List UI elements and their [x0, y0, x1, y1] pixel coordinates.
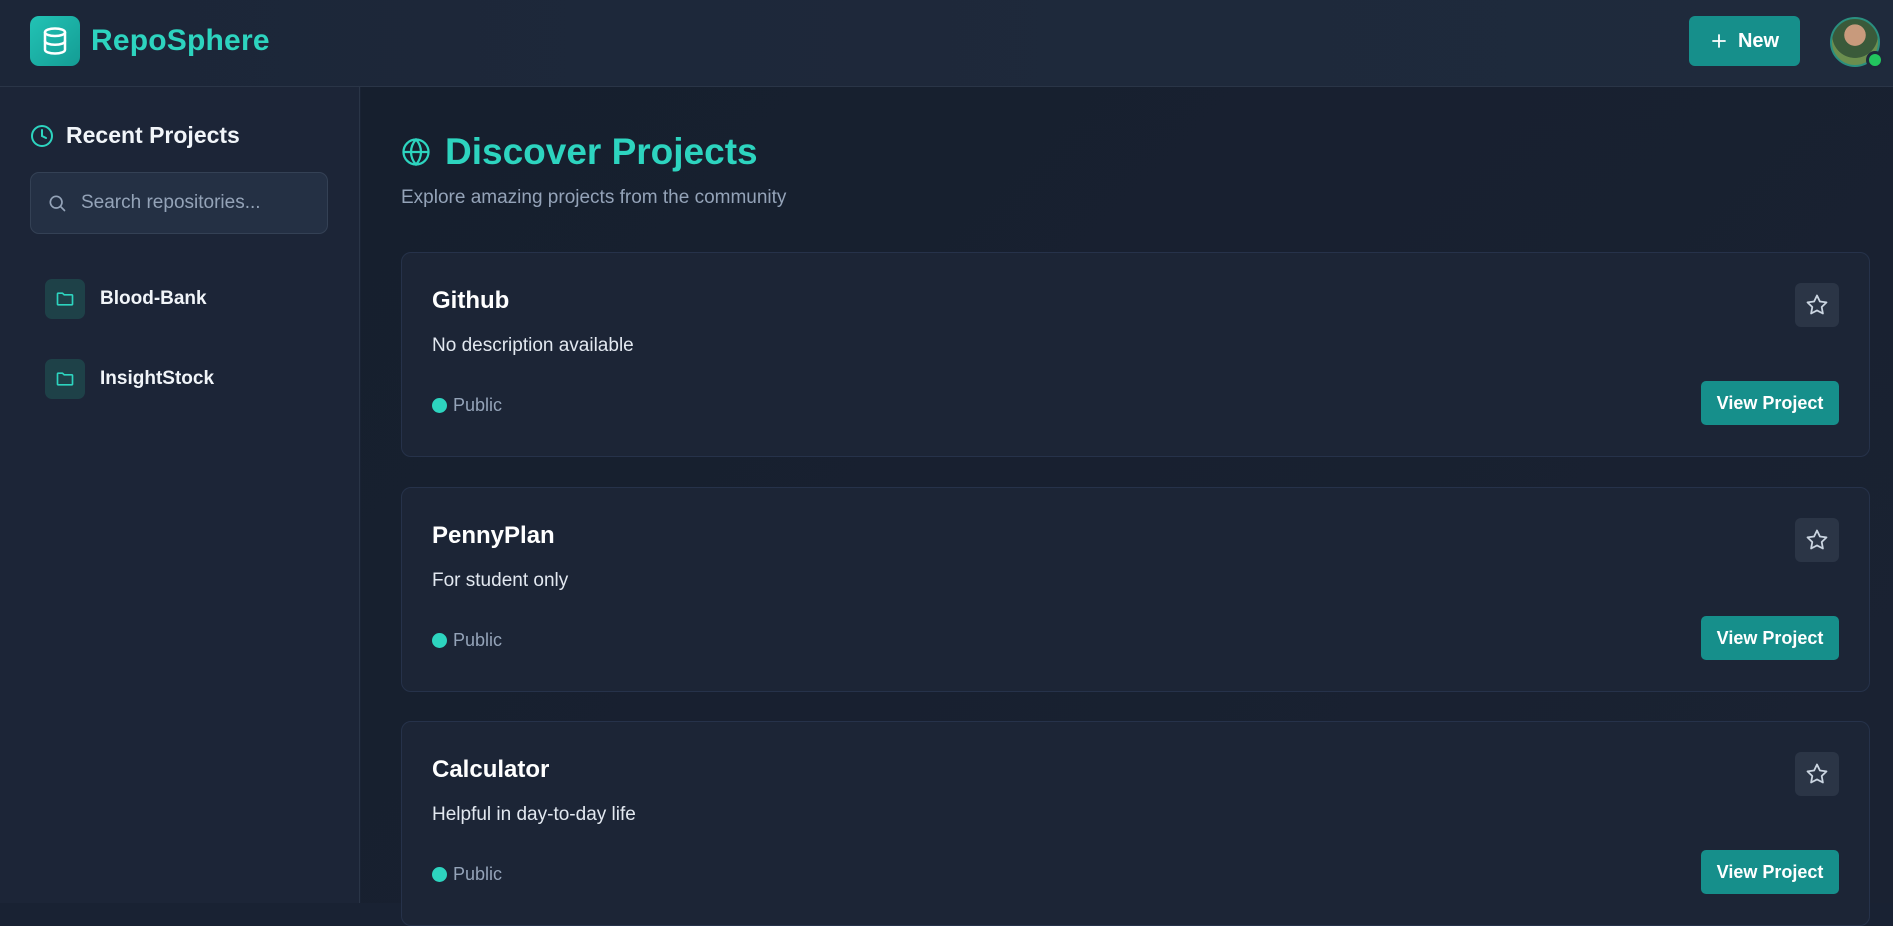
project-description: No description available	[432, 335, 634, 356]
star-icon	[1806, 763, 1828, 784]
status-dot-icon	[432, 398, 447, 413]
sidebar-item-blood-bank[interactable]: Blood-Bank	[45, 279, 207, 319]
globe-icon	[402, 137, 430, 167]
new-button-label: New	[1737, 29, 1780, 52]
search-box	[30, 172, 328, 234]
star-button[interactable]	[1795, 518, 1839, 562]
project-name[interactable]: Calculator	[432, 756, 549, 784]
status-dot-icon	[432, 633, 447, 648]
folder-icon	[45, 279, 85, 319]
page-title: Discover Projects	[401, 131, 758, 173]
project-description: For student only	[432, 570, 569, 591]
project-card: Github No description available Public V…	[401, 252, 1870, 457]
new-button[interactable]: New	[1689, 16, 1800, 66]
visibility-badge: Public	[432, 395, 502, 416]
project-name[interactable]: PennyPlan	[432, 522, 555, 550]
sidebar-item-label: Blood-Bank	[100, 288, 207, 309]
star-icon	[1806, 529, 1828, 550]
folder-icon	[45, 359, 85, 399]
sidebar-title: Recent Projects	[30, 122, 240, 149]
page-heading: Discover Projects	[445, 131, 758, 172]
logo[interactable]	[30, 16, 80, 66]
search-icon	[49, 195, 66, 212]
visibility-label: Public	[453, 864, 503, 884]
sidebar-title-text: Recent Projects	[66, 122, 240, 148]
main-content: Discover Projects Explore amazing projec…	[361, 87, 1893, 926]
view-project-button[interactable]: View Project	[1701, 850, 1839, 894]
clock-icon	[31, 124, 53, 147]
page-subtitle: Explore amazing projects from the commun…	[401, 187, 787, 208]
plus-icon	[1712, 34, 1726, 48]
star-button[interactable]	[1795, 752, 1839, 796]
brand-name[interactable]: RepoSphere	[91, 24, 270, 58]
star-icon	[1806, 294, 1828, 315]
visibility-label: Public	[453, 395, 503, 415]
visibility-label: Public	[453, 630, 503, 650]
status-dot-icon	[432, 867, 447, 882]
project-card: Calculator Helpful in day-to-day life Pu…	[401, 721, 1870, 926]
project-description: Helpful in day-to-day life	[432, 804, 636, 825]
sidebar-item-insightstock[interactable]: InsightStock	[45, 359, 214, 399]
visibility-badge: Public	[432, 630, 502, 651]
search-input[interactable]	[81, 192, 311, 214]
database-icon	[43, 27, 67, 55]
view-project-button[interactable]: View Project	[1701, 381, 1839, 425]
top-bar: RepoSphere New	[0, 0, 1893, 87]
sidebar-item-label: InsightStock	[100, 368, 215, 389]
project-name[interactable]: Github	[432, 287, 509, 315]
visibility-badge: Public	[432, 864, 502, 885]
sidebar: Recent Projects Blood-Bank InsightStock	[0, 87, 360, 903]
online-status-indicator	[1866, 51, 1884, 69]
view-project-button[interactable]: View Project	[1701, 616, 1839, 660]
star-button[interactable]	[1795, 283, 1839, 327]
project-card: PennyPlan For student only Public View P…	[401, 487, 1870, 692]
